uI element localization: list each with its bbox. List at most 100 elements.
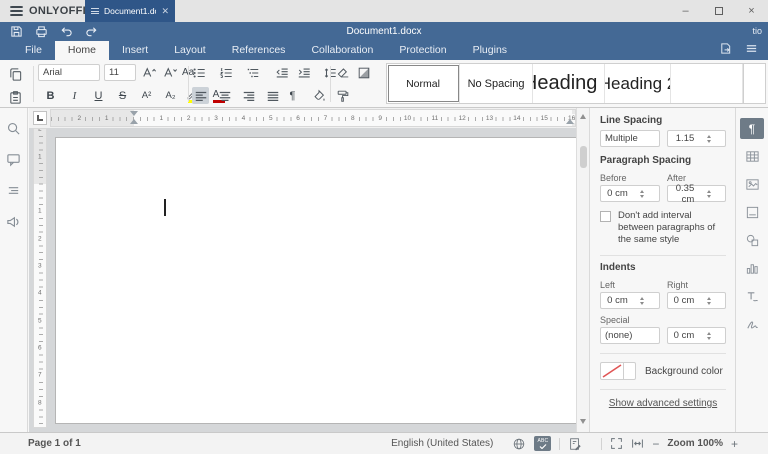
vertical-ruler[interactable]: 2 1 1 2 3 4 5 6 7 8	[33, 128, 47, 428]
advanced-settings-link[interactable]: Show advanced settings	[600, 398, 726, 409]
font-name-combo[interactable]: Arial	[38, 64, 100, 81]
paragraph-settings-tab[interactable]: ¶	[740, 118, 764, 139]
scroll-down-arrow[interactable]	[580, 419, 586, 424]
text-art-settings-tab[interactable]	[740, 286, 764, 307]
menu-protection[interactable]: Protection	[386, 41, 459, 60]
titlebar: ONLYOFFICE Document1.docx ✕ – ×	[0, 0, 768, 22]
fit-width-button[interactable]	[631, 437, 644, 450]
increase-font-button[interactable]	[140, 64, 157, 81]
align-left-button[interactable]	[192, 87, 209, 104]
language-selector[interactable]: English (United States)	[391, 438, 504, 449]
clear-style-button[interactable]	[334, 64, 351, 81]
indent-left-value: 0 cm	[607, 295, 628, 306]
font-size-combo[interactable]: 11	[104, 64, 136, 81]
paste-button[interactable]	[5, 87, 25, 107]
document-page[interactable]	[55, 137, 576, 424]
decrease-indent-button[interactable]	[273, 64, 290, 81]
navigation-button[interactable]	[4, 180, 24, 200]
styles-gallery-expand[interactable]	[743, 64, 765, 103]
scrollbar-thumb[interactable]	[580, 146, 587, 168]
line-spacing-value-spinner[interactable]: 1.15	[666, 130, 726, 147]
style-heading2[interactable]: Heading 2	[605, 64, 671, 103]
indent-left-spinner[interactable]: 0 cm	[600, 292, 660, 309]
special-indent-combo[interactable]: (none)	[600, 327, 660, 344]
open-file-location-button[interactable]	[719, 42, 732, 60]
menu-layout[interactable]: Layout	[161, 41, 219, 60]
numbering-button[interactable]	[219, 64, 241, 81]
spacing-before-spinner[interactable]: 0 cm	[600, 185, 660, 202]
fit-page-button[interactable]	[610, 437, 623, 450]
spell-check-button[interactable]: ABC	[534, 436, 552, 451]
minimize-button[interactable]: –	[669, 0, 702, 22]
decrease-font-button[interactable]	[161, 64, 178, 81]
subscript-button[interactable]: A₂	[162, 87, 179, 104]
align-right-button[interactable]	[240, 87, 257, 104]
image-settings-tab[interactable]	[740, 174, 764, 195]
style-heading1[interactable]: Heading 1	[533, 64, 605, 103]
color-schemes-button[interactable]	[357, 64, 379, 81]
signature-settings-tab[interactable]	[740, 314, 764, 335]
nonprinting-characters-button[interactable]: ¶	[288, 87, 305, 104]
document-tab[interactable]: Document1.docx ✕	[85, 0, 175, 22]
zoom-level[interactable]: Zoom 100%	[667, 438, 723, 449]
menu-home[interactable]: Home	[54, 41, 109, 60]
right-indent-marker[interactable]	[566, 119, 574, 124]
comments-button[interactable]	[4, 149, 24, 169]
background-color-dropdown[interactable]	[623, 363, 635, 379]
indent-right-spinner[interactable]: 0 cm	[666, 292, 726, 309]
multilevel-list-button[interactable]	[246, 64, 268, 81]
undo-button[interactable]	[58, 24, 74, 40]
underline-button[interactable]: U	[90, 87, 107, 104]
background-color-button[interactable]	[600, 362, 636, 380]
style-no-spacing[interactable]: No Spacing	[460, 64, 533, 103]
superscript-button[interactable]: A²	[138, 87, 155, 104]
strikeout-button[interactable]: S	[114, 87, 131, 104]
copy-button[interactable]	[5, 64, 25, 84]
menu-file[interactable]: File	[12, 41, 55, 60]
user-name[interactable]: tio	[752, 22, 762, 41]
header-footer-settings-tab[interactable]	[740, 202, 764, 223]
chart-settings-tab[interactable]	[740, 258, 764, 279]
print-button[interactable]	[33, 24, 49, 40]
app-window: ONLYOFFICE Document1.docx ✕ – × Document…	[0, 0, 768, 454]
shape-settings-tab[interactable]	[740, 230, 764, 251]
special-indent-spinner[interactable]: 0 cm	[666, 327, 726, 344]
menu-references[interactable]: References	[219, 41, 299, 60]
same-style-interval-checkbox[interactable]: Don't add interval between paragraphs of…	[600, 210, 726, 246]
menu-insert[interactable]: Insert	[109, 41, 161, 60]
align-center-button[interactable]	[216, 87, 233, 104]
menu-plugins[interactable]: Plugins	[460, 41, 520, 60]
maximize-button[interactable]	[702, 0, 735, 22]
table-settings-tab[interactable]	[740, 146, 764, 167]
menu-collaboration[interactable]: Collaboration	[298, 41, 386, 60]
set-language-button[interactable]	[512, 437, 526, 451]
increase-indent-button[interactable]	[295, 64, 312, 81]
feedback-button[interactable]	[4, 211, 24, 231]
copy-style-button[interactable]	[334, 87, 351, 104]
first-line-indent-marker[interactable]	[130, 111, 138, 116]
tab-close-icon[interactable]: ✕	[161, 0, 169, 22]
line-spacing-type-combo[interactable]: Multiple	[600, 130, 660, 147]
scroll-up-arrow[interactable]	[580, 114, 586, 119]
redo-button[interactable]	[83, 24, 99, 40]
tab-stop-selector[interactable]	[33, 111, 47, 125]
zoom-in-button[interactable]: +	[731, 438, 738, 450]
search-button[interactable]	[4, 118, 24, 138]
ruler-number: 1	[37, 206, 43, 216]
zoom-out-button[interactable]: −	[652, 438, 659, 450]
document-tab-label: Document1.docx	[104, 6, 156, 16]
style-normal[interactable]: Normal	[387, 64, 460, 103]
bullets-button[interactable]	[192, 64, 214, 81]
bold-button[interactable]: B	[42, 87, 59, 104]
hanging-indent-marker[interactable]	[130, 119, 138, 124]
italic-button[interactable]: I	[66, 87, 83, 104]
save-button[interactable]	[8, 24, 24, 40]
close-button[interactable]: ×	[735, 0, 768, 22]
track-changes-button[interactable]	[568, 437, 593, 451]
tab-menu-icon[interactable]	[91, 8, 99, 14]
spacing-after-spinner[interactable]: 0.35 cm	[666, 183, 726, 205]
horizontal-ruler[interactable]: 2 1 1 2 3 4 5 6 7 8 9 10 11 12 13 14 15 16	[50, 109, 576, 127]
view-settings-button[interactable]	[745, 42, 758, 60]
align-justify-button[interactable]	[264, 87, 281, 104]
vertical-scrollbar[interactable]	[576, 108, 589, 432]
